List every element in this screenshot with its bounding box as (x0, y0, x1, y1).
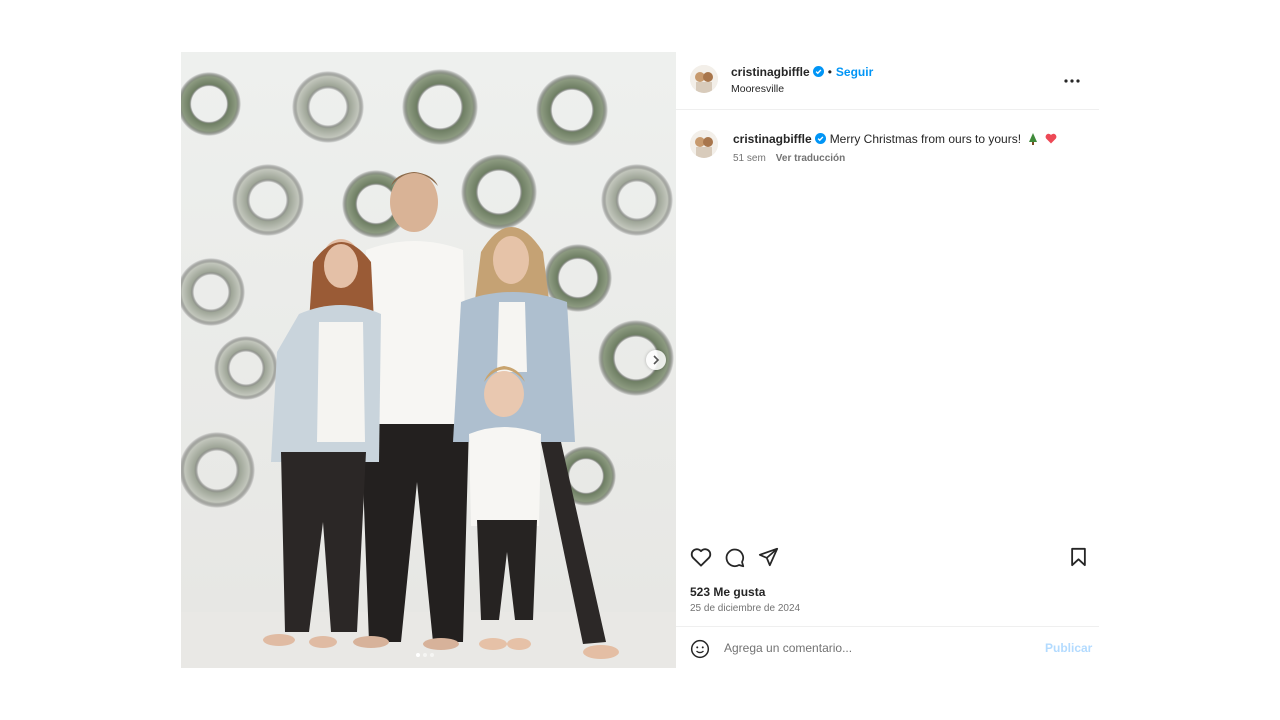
comment-input[interactable] (724, 638, 1024, 658)
post-photo[interactable] (181, 52, 676, 668)
heart-icon (690, 548, 712, 567)
avatar-image (690, 65, 718, 93)
username-link[interactable]: cristinagbiffle (731, 65, 810, 79)
carousel-next-button[interactable] (646, 350, 666, 370)
time-ago: 51 sem (733, 153, 766, 164)
comment-bar: Publicar (676, 626, 1099, 669)
comment-button[interactable] (724, 547, 745, 573)
action-bar (676, 547, 1099, 573)
instagram-post: cristinagbiffle • Seguir Mooresville crist… (181, 52, 1099, 668)
publish-button[interactable]: Publicar (1045, 641, 1092, 655)
family-photo-image (181, 52, 676, 668)
caption-text: Merry Christmas from ours to yours! (829, 132, 1022, 146)
carousel-dot (423, 653, 427, 657)
carousel-dot (430, 653, 434, 657)
bookmark-icon (1071, 547, 1086, 567)
emoji-icon (690, 639, 710, 659)
carousel-dot (416, 653, 420, 657)
separator-bullet: • (827, 65, 832, 79)
location-link[interactable]: Mooresville (731, 83, 784, 95)
more-options-icon[interactable] (1064, 70, 1080, 88)
chevron-right-icon (653, 355, 660, 365)
avatar-image (690, 130, 718, 158)
share-icon (758, 547, 779, 567)
like-button[interactable] (690, 547, 712, 572)
christmas-tree-icon (1029, 133, 1038, 145)
header-user-line: cristinagbiffle • Seguir (731, 65, 873, 79)
verified-badge-icon (814, 133, 826, 144)
like-count[interactable]: 523 Me gusta (690, 585, 765, 599)
username-link[interactable]: cristinagbiffle (733, 132, 812, 146)
carousel-indicator (416, 653, 434, 657)
post-side-panel: cristinagbiffle • Seguir Mooresville crist… (676, 52, 1099, 668)
save-button[interactable] (1070, 547, 1087, 572)
caption-line: cristinagbiffle Merry Christmas from ours… (733, 132, 1057, 146)
avatar[interactable] (690, 65, 718, 93)
post-date: 25 de diciembre de 2024 (690, 603, 801, 614)
caption-meta: 51 sem Ver traducción (733, 153, 845, 164)
post-header: cristinagbiffle • Seguir Mooresville (676, 52, 1099, 110)
comment-icon (725, 548, 745, 568)
verified-badge-icon (812, 66, 824, 77)
share-button[interactable] (758, 547, 779, 572)
emoji-button[interactable] (690, 639, 710, 664)
translate-link[interactable]: Ver traducción (776, 153, 845, 164)
follow-button[interactable]: Seguir (836, 65, 873, 79)
avatar[interactable] (690, 130, 718, 158)
heart-icon (1045, 133, 1057, 144)
